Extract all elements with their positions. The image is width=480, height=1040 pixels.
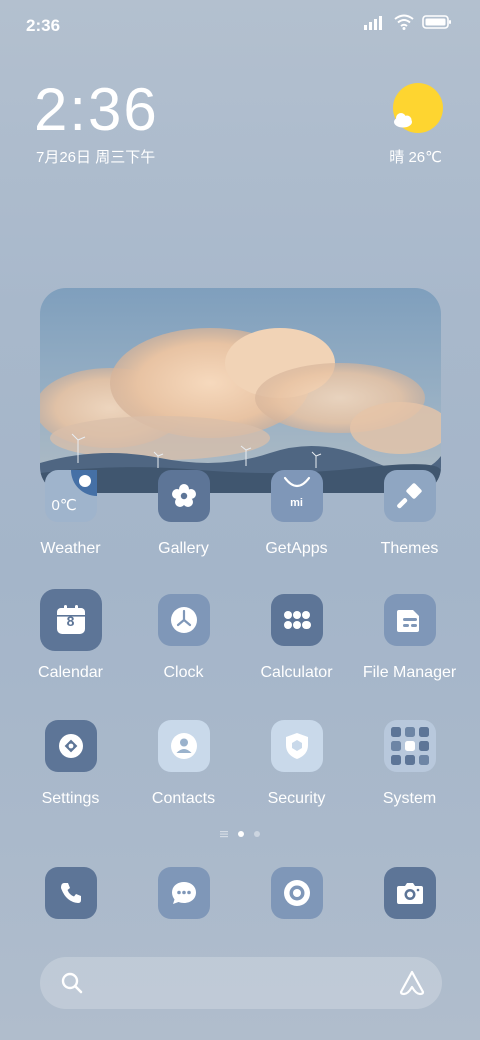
calendar-day: 8 — [66, 613, 75, 629]
wifi-icon — [394, 14, 414, 30]
clock-widget-time[interactable]: 2:36 — [34, 78, 159, 142]
flower-icon — [157, 470, 210, 522]
picture-widget[interactable] — [40, 288, 441, 493]
app-system-folder[interactable]: System — [353, 720, 466, 830]
app-clock[interactable]: Clock — [127, 594, 240, 704]
app-weather[interactable]: 0℃ Weather — [14, 470, 127, 580]
clock-icon — [157, 594, 210, 646]
dock-phone-app[interactable] — [45, 867, 97, 919]
app-label: Weather — [40, 540, 101, 557]
app-security[interactable]: Security — [240, 720, 353, 830]
app-label: Security — [267, 790, 326, 807]
app-label: System — [382, 790, 437, 807]
app-label: Contacts — [151, 790, 216, 807]
app-file-manager[interactable]: File Manager — [353, 594, 466, 704]
battery-icon — [422, 15, 451, 29]
app-label: File Manager — [362, 664, 457, 681]
app-label: Themes — [380, 540, 439, 557]
app-label: Settings — [41, 790, 100, 807]
page-dot-active — [238, 831, 244, 837]
getapps-badge: mi — [290, 497, 303, 509]
app-settings[interactable]: Settings — [14, 720, 127, 830]
app-themes[interactable]: Themes — [353, 470, 466, 580]
app-label: Gallery — [158, 540, 209, 557]
folder-icon — [383, 594, 436, 646]
app-gallery[interactable]: Gallery — [127, 470, 240, 580]
paintbrush-icon — [383, 470, 436, 522]
calculator-icon — [270, 594, 323, 646]
message-icon — [172, 882, 196, 904]
dock-camera-app[interactable] — [384, 867, 436, 919]
status-icons — [364, 14, 452, 30]
app-contacts[interactable]: Contacts — [127, 720, 240, 830]
contact-icon — [157, 720, 210, 772]
page-dot — [254, 831, 260, 837]
app-label: Calendar — [38, 664, 103, 681]
status-bar: 2:36 — [0, 0, 480, 50]
weather-tile-temp: 0℃ — [51, 497, 77, 514]
search-bar[interactable] — [40, 957, 442, 1009]
calendar-icon: 8 — [39, 589, 102, 651]
app-label: GetApps — [265, 540, 328, 557]
browser-icon — [284, 880, 310, 906]
weather-icon: 0℃ — [44, 470, 97, 522]
dock-browser-app[interactable] — [271, 867, 323, 919]
folder-grid-icon — [383, 720, 436, 772]
signal-icon — [364, 16, 382, 30]
settings-icon — [44, 720, 97, 772]
list-page-icon — [220, 831, 228, 838]
sun-cloud-icon[interactable] — [390, 82, 444, 136]
shopping-bag-icon: mi — [270, 470, 323, 522]
app-label: Calculator — [260, 664, 333, 681]
clouds-landscape-image — [40, 288, 441, 493]
clock-widget-date: 7月26日 周三下午 — [36, 149, 156, 166]
dock-messages-app[interactable] — [158, 867, 210, 919]
status-time: 2:36 — [26, 16, 61, 35]
assistant-icon[interactable] — [398, 969, 426, 997]
phone-icon — [61, 883, 81, 903]
app-label: Clock — [163, 664, 204, 681]
search-icon — [61, 972, 83, 994]
shield-icon — [270, 720, 323, 772]
weather-condition-temp: 晴 26℃ — [389, 149, 442, 166]
app-calendar[interactable]: 8 Calendar — [14, 589, 127, 704]
page-indicator[interactable] — [0, 830, 480, 838]
camera-icon — [397, 883, 423, 904]
app-getapps[interactable]: mi GetApps — [240, 470, 353, 580]
app-calculator[interactable]: Calculator — [240, 594, 353, 704]
